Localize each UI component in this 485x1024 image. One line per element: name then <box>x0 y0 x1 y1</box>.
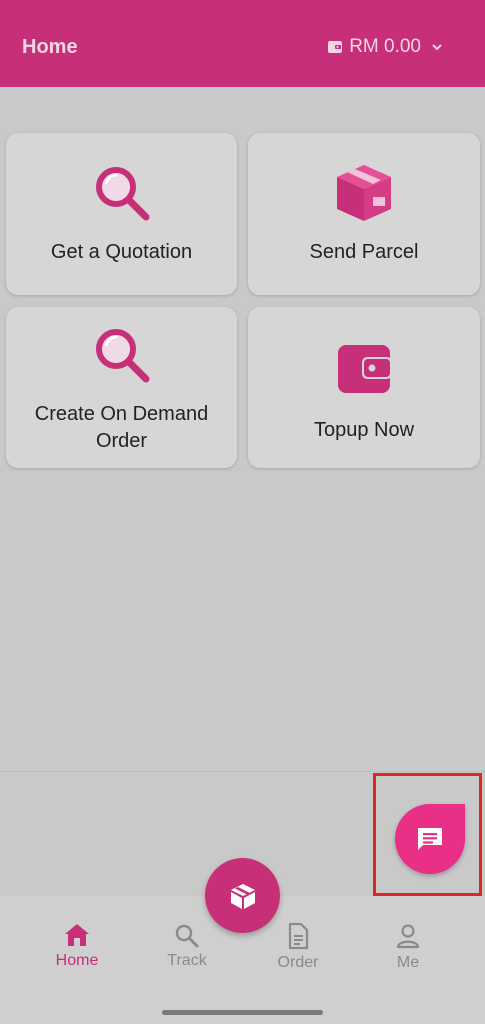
new-parcel-fab[interactable] <box>205 858 280 933</box>
card-label: Send Parcel <box>309 241 419 263</box>
search-icon <box>92 163 152 223</box>
home-icon <box>65 924 89 946</box>
nav-item-me[interactable]: Me <box>368 922 448 972</box>
wallet-balance: RM 0.00 <box>349 36 421 57</box>
person-icon <box>396 924 420 949</box>
app-header: Home RM 0.00 <box>0 0 485 87</box>
wallet-icon <box>336 343 392 395</box>
wallet-icon <box>328 41 343 53</box>
page-title: Home <box>22 36 78 58</box>
search-icon <box>92 325 152 385</box>
divider <box>0 771 485 772</box>
nav-item-order[interactable]: Order <box>258 922 338 972</box>
parcel-icon <box>230 883 255 909</box>
wallet-balance-dropdown[interactable]: RM 0.00 <box>327 36 443 58</box>
parcel-box-icon <box>333 163 395 223</box>
card-label: Get a Quotation <box>50 241 193 263</box>
send-parcel-card[interactable]: Send Parcel <box>248 133 480 295</box>
chevron-down-icon <box>432 44 442 51</box>
nav-item-home[interactable]: Home <box>37 922 117 970</box>
create-on-demand-order-card[interactable]: Create On Demand Order <box>6 307 237 468</box>
nav-label: Track <box>167 952 207 969</box>
topup-now-card[interactable]: Topup Now <box>248 307 480 468</box>
nav-item-track[interactable]: Track <box>147 922 227 970</box>
search-icon <box>175 924 199 948</box>
document-icon <box>288 922 309 950</box>
home-indicator <box>162 1010 323 1015</box>
nav-label: Me <box>396 954 420 971</box>
card-label: Create On Demand Order <box>34 403 209 452</box>
nav-label: Order <box>277 954 319 971</box>
chat-icon <box>418 828 442 850</box>
get-quotation-card[interactable]: Get a Quotation <box>6 133 237 295</box>
card-label: Topup Now <box>313 419 415 441</box>
chat-button[interactable] <box>395 804 465 874</box>
nav-label: Home <box>55 952 99 969</box>
